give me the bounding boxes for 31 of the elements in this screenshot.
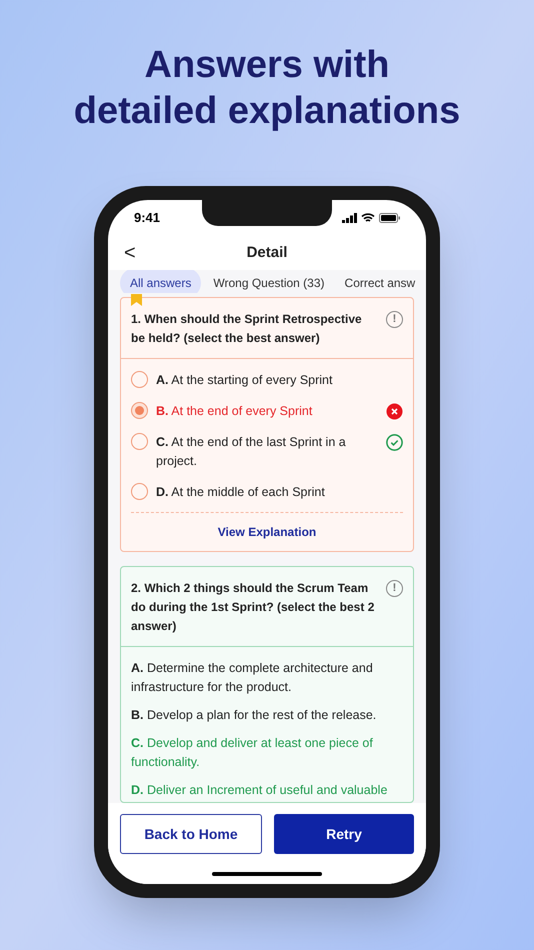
view-explanation-link[interactable]: View Explanation	[218, 523, 316, 541]
retry-button[interactable]: Retry	[274, 814, 414, 854]
bookmark-icon[interactable]	[131, 294, 142, 306]
battery-icon	[379, 213, 400, 223]
screen-title: Detail	[246, 242, 288, 263]
option-text: A. At the starting of every Sprint	[156, 372, 334, 389]
radio-button[interactable]	[131, 483, 148, 500]
wifi-icon	[361, 213, 375, 223]
headline: detailed explanations	[74, 89, 460, 134]
option-text: A. Determine the complete architecture and infrastructure for the product.	[131, 660, 374, 696]
radio-button[interactable]	[131, 433, 148, 450]
option-text: B. At the end of every Sprint	[156, 403, 314, 420]
question-text: 1. When should the Sprint Retrospective be held? (select the best answer)	[131, 311, 363, 347]
question-text: 2. Which 2 things should the Scrum Team do during the 1st Sprint? (select the best 2 answer)	[131, 580, 376, 635]
back-button[interactable]: <	[124, 243, 136, 263]
tab[interactable]: Wrong Question (33)	[205, 270, 333, 293]
status-time: 9:41	[134, 209, 160, 228]
option-text: B. Develop a plan for the rest of the release.	[131, 707, 378, 724]
radio-button[interactable]	[131, 402, 148, 419]
report-button[interactable]: !	[386, 311, 403, 328]
tab[interactable]: Correct answ	[336, 270, 424, 293]
report-button[interactable]: !	[386, 580, 403, 597]
option-text: C. At the end of the last Sprint in a project.	[156, 434, 347, 470]
option-text: C. Develop and deliver at least one piece of functionality.	[131, 735, 374, 771]
back-to-home-button[interactable]: Back to Home	[120, 814, 262, 854]
headline: Answers with	[144, 43, 390, 88]
radio-button[interactable]	[131, 371, 148, 388]
option-text: D. At the middle of each Sprint	[156, 484, 326, 501]
tab[interactable]: All answers	[120, 270, 202, 293]
option-text: D. Deliver an Increment of useful and valuable	[131, 782, 388, 799]
signal-icon	[342, 213, 357, 223]
